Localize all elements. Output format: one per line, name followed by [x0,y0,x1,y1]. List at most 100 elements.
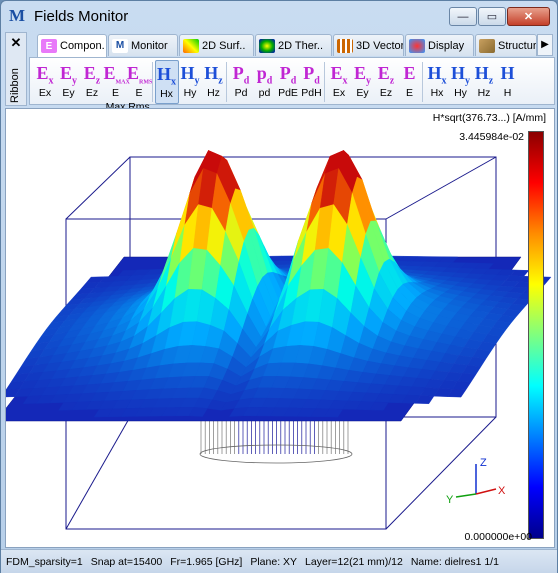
field-component-icon: Ey [59,63,77,87]
tool-label: pd [258,87,271,99]
vector-icon [337,38,353,53]
field-component-icon: Ey [353,63,371,87]
tool-label: Hy [454,87,467,99]
tab-label: Structure [498,39,537,52]
tab-label: 2D Ther.. [278,39,324,52]
tool-label: Hx [160,88,173,100]
tool-e-rms-button[interactable]: ERMS E Rms [127,60,153,113]
tool-label: Hy [183,87,197,99]
display-icon [409,38,425,53]
field-component-icon: Hz [204,63,223,87]
tool-hx-button[interactable]: Hx Hx [425,60,449,104]
minimize-button[interactable]: — [449,7,477,26]
tab-compon[interactable]: E Compon. [37,34,107,57]
cylinder-base [199,444,353,464]
colorbar-min-label: 0.000000e+00 [464,531,532,543]
tool-e-max-button[interactable]: EMAX E Max [103,60,130,113]
axis-y-line [455,493,477,498]
axis-x-label: X [498,485,506,497]
tool-label: H [503,87,512,99]
tool-pd-button[interactable]: pd pd [253,60,277,104]
toolbar-separator [226,62,227,102]
ribbon-tab-bar: E Compon. M Monitor 2D Surf.. 2D Ther.. 3D Vec… [29,33,555,57]
tool-h-button[interactable]: HH [496,60,520,104]
tool-label: Ex [38,87,52,99]
status-snap: Snap at=15400 [90,555,163,568]
tab-2d-surf[interactable]: 2D Surf.. [179,34,254,56]
tool-ex-button[interactable]: Ex Ex [327,60,351,104]
tool-ex-button[interactable]: Ex Ex [33,60,57,104]
structure-icon [479,38,495,53]
field-component-icon: Hy [180,63,200,87]
status-plane: Plane: XY [250,555,298,568]
toolbar-separator [151,62,153,102]
tool-ey-button[interactable]: Ey Ey [57,60,81,104]
tool-label: Hz [477,87,491,99]
ribbon-vertical-label: Ribbon [9,68,21,103]
field-quantity-label: H*sqrt(376.73...) [A/mm] [432,112,546,124]
tab-structure[interactable]: Structure [475,34,537,56]
field-component-icon: EMAX [103,63,130,86]
tool-ez-button[interactable]: Ez Ez [374,60,398,104]
e-icon: E [41,39,57,53]
tool-label: Ez [85,87,99,99]
thermal-icon [259,38,275,53]
bounding-box-edge [385,416,497,530]
tool-hy-button[interactable]: Hy Hy [178,60,202,104]
field-component-icon: ERMS [127,63,153,86]
tool-pde-button[interactable]: Pd PdE [276,60,300,104]
field-surface-plot[interactable]: Z X Y [6,109,554,547]
close-button[interactable]: ✕ [507,7,550,26]
ribbon-close-button[interactable]: ✕ [6,35,26,51]
tab-label: 3D Vector [356,39,404,52]
tool-ey-button[interactable]: Ey Ey [351,60,375,104]
tool-e-button[interactable]: EE [398,60,422,104]
monitor-m-icon: M [112,38,128,53]
field-component-icon: Ex [36,63,54,87]
tab-scroll-right-icon[interactable]: ▶ [537,34,553,56]
tool-label: E [405,87,413,99]
tool-label: Ey [62,87,75,99]
bounding-box-edge [385,156,497,220]
colorbar [528,131,544,539]
title-bar[interactable]: M Fields Monitor — ▭ ✕ [1,1,557,31]
tab-monitor[interactable]: M Monitor [108,34,178,56]
tool-hz-button[interactable]: Hz Hz [472,60,496,104]
tool-hy-button[interactable]: Hy Hy [449,60,473,104]
axis-y-label: Y [446,494,454,506]
status-bar: FDM_sparsity=1 Snap at=15400 Fr=1.965 [G… [1,549,557,573]
field-component-icon: Hx [427,63,447,87]
tool-ez-button[interactable]: Ez Ez [80,60,104,104]
tool-label: Hx [430,87,444,99]
toolbar-separator [324,62,325,102]
axis-z-label: Z [480,457,487,469]
window-title: Fields Monitor [34,8,129,25]
fields-monitor-window: M Fields Monitor — ▭ ✕ ✕ Ribbon E Compon.… [0,0,558,573]
field-component-icon: Ex [330,63,348,87]
tool-label: Ex [332,87,346,99]
tab-3d-vector[interactable]: 3D Vector [333,34,404,56]
tool-label: Ez [379,87,393,99]
tab-label: Display [428,39,465,52]
colorbar-max-label: 3.445984e-02 [459,131,524,143]
tab-label: Monitor [131,39,168,52]
field-component-icon: H [500,63,515,83]
tool-label: PdH [301,87,322,99]
maximize-button[interactable]: ▭ [478,7,506,26]
tool-pdh-button[interactable]: Pd PdH [300,60,324,104]
tab-2d-ther[interactable]: 2D Ther.. [255,34,332,56]
app-logo-icon: M [9,6,26,25]
field-component-icon: pd [256,63,273,87]
tool-hx-button[interactable]: Hx Hx [154,60,179,104]
axes-triad: Z X Y [446,457,506,506]
status-name: Name: dielres1 1/1 [410,555,499,568]
tool-pd-button[interactable]: Pd Pd [229,60,253,104]
status-sparsity: FDM_sparsity=1 [6,555,83,568]
field-component-icon: E [403,63,416,83]
tool-label: PdE [278,87,298,99]
field-component-icon: Hy [450,63,470,87]
field-component-icon: Pd [279,63,297,87]
tab-display[interactable]: Display [405,34,474,56]
tool-hz-button[interactable]: Hz Hz [202,60,226,104]
3d-viewport[interactable]: Z X Y H*sqrt(376.73...) [A/mm] 3.445984e-0… [5,108,555,548]
